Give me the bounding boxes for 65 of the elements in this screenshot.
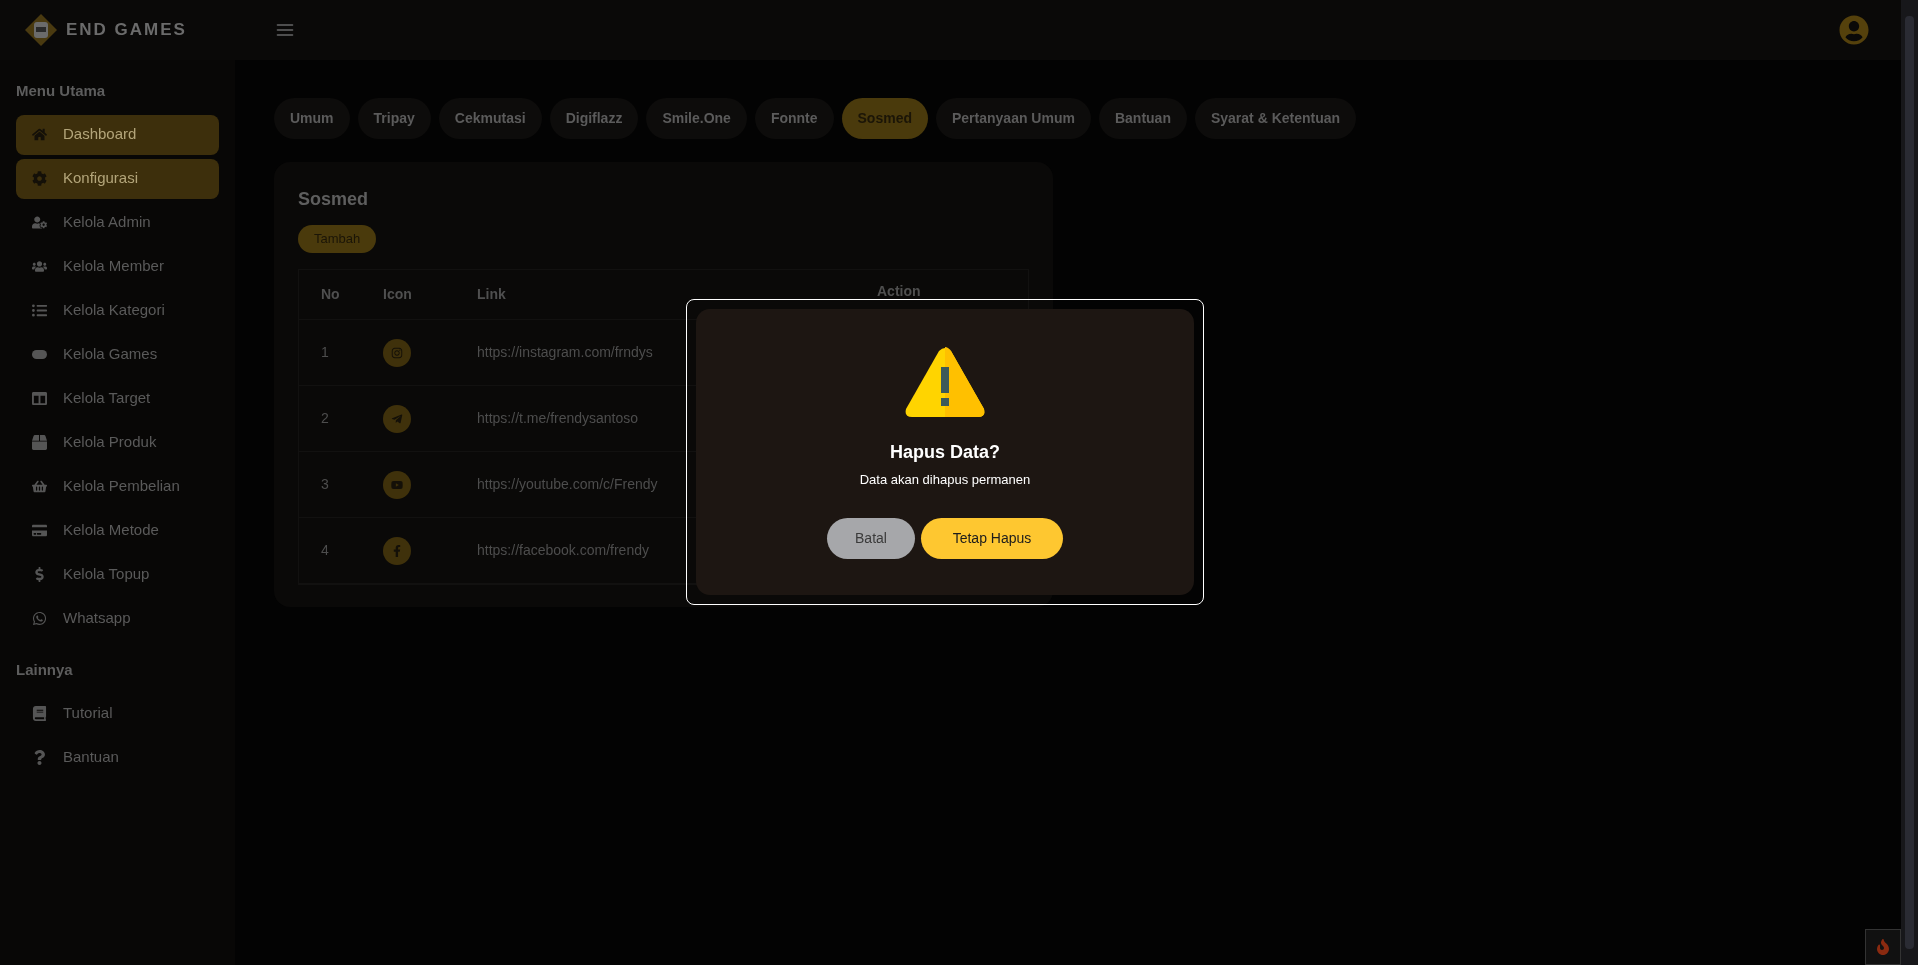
sidebar-item[interactable]: Kelola Target <box>16 378 219 419</box>
box-icon <box>32 435 47 450</box>
confirm-button[interactable]: Tetap Hapus <box>921 517 1063 559</box>
tab[interactable]: Smile.One <box>646 98 747 139</box>
column-header: Action <box>876 282 921 301</box>
dialog-message: Data akan dihapus permanen <box>859 471 1031 489</box>
sidebar-section-title: Menu Utama <box>16 81 107 101</box>
book-icon <box>32 705 47 721</box>
basket-icon <box>32 479 47 494</box>
brand-name: END GAMES <box>66 19 187 42</box>
sidebar-section-title: Lainnya <box>16 659 74 680</box>
settings-icon <box>32 171 47 186</box>
sidebar-item[interactable]: Kelola Produk <box>16 422 219 463</box>
tab[interactable]: Pertanyaan Umum <box>936 98 1091 139</box>
tab[interactable]: Digiflazz <box>549 98 639 139</box>
sidebar-item[interactable]: Whatsapp <box>16 598 219 639</box>
sidebar-item[interactable]: Kelola Topup <box>16 554 219 595</box>
link-cell-text: https://instagram.com/frndys <box>476 343 653 362</box>
table-cell-text: 3 <box>320 475 330 494</box>
tab[interactable]: Tripay <box>357 98 431 139</box>
columns-icon <box>32 391 47 406</box>
letter-f-icon <box>391 544 403 557</box>
camera-icon <box>391 346 403 359</box>
logo-icon <box>24 13 58 47</box>
table-cell-text: 1 <box>320 343 330 362</box>
home-icon <box>32 127 47 142</box>
sidebar-item[interactable]: Kelola Games <box>16 334 219 375</box>
dialog-title: Hapus Data? <box>890 441 1000 464</box>
column-header: No <box>320 285 341 304</box>
warning-icon <box>904 347 986 419</box>
sidebar-item[interactable]: Kelola Pembelian <box>16 466 219 507</box>
table-cell-text: 2 <box>320 409 330 428</box>
link-cell-text: https://facebook.com/frendy <box>476 541 649 560</box>
link-cell-text: https://youtube.com/c/Frendy <box>476 475 658 494</box>
scrollbar[interactable] <box>1901 0 1918 965</box>
tab[interactable]: Bantuan <box>1098 98 1187 139</box>
link-cell-text: https://t.me/frendysantoso <box>476 409 639 428</box>
sidebar-item[interactable]: Bantuan <box>16 737 219 777</box>
column-header: Link <box>476 285 507 304</box>
cancel-button[interactable]: Batal <box>827 517 915 559</box>
column-header: Icon <box>382 285 413 304</box>
tab[interactable]: Umum <box>274 98 350 139</box>
flame-icon <box>1875 939 1891 955</box>
user-gear-icon <box>32 215 47 230</box>
play-icon <box>391 478 403 491</box>
users-icon <box>32 259 47 274</box>
table-cell-text: 4 <box>320 541 330 560</box>
credit-card-icon <box>32 523 47 538</box>
tab[interactable]: Syarat & Ketentuan <box>1194 98 1357 139</box>
tab[interactable]: Fonnte <box>754 98 834 139</box>
debug-toolbar-button[interactable] <box>1865 929 1901 965</box>
sidebar-item[interactable]: Kelola Member <box>16 246 219 287</box>
help-icon <box>32 749 47 765</box>
sidebar-item[interactable]: Dashboard <box>16 114 219 155</box>
user-avatar-icon[interactable] <box>1839 15 1869 45</box>
chat-bubble-icon <box>32 611 47 626</box>
list-icon <box>32 303 47 318</box>
sidebar-item[interactable]: Konfigurasi <box>16 158 219 199</box>
sidebar-item[interactable]: Kelola Metode <box>16 510 219 551</box>
sidebar-item[interactable]: Tutorial <box>16 693 219 733</box>
sidebar-item[interactable]: Kelola Admin <box>16 202 219 243</box>
sidebar-item[interactable]: Kelola Kategori <box>16 290 219 331</box>
card-title: Sosmed <box>298 188 370 211</box>
paper-plane-icon <box>391 412 403 425</box>
tab[interactable]: Cekmutasi <box>438 98 542 139</box>
